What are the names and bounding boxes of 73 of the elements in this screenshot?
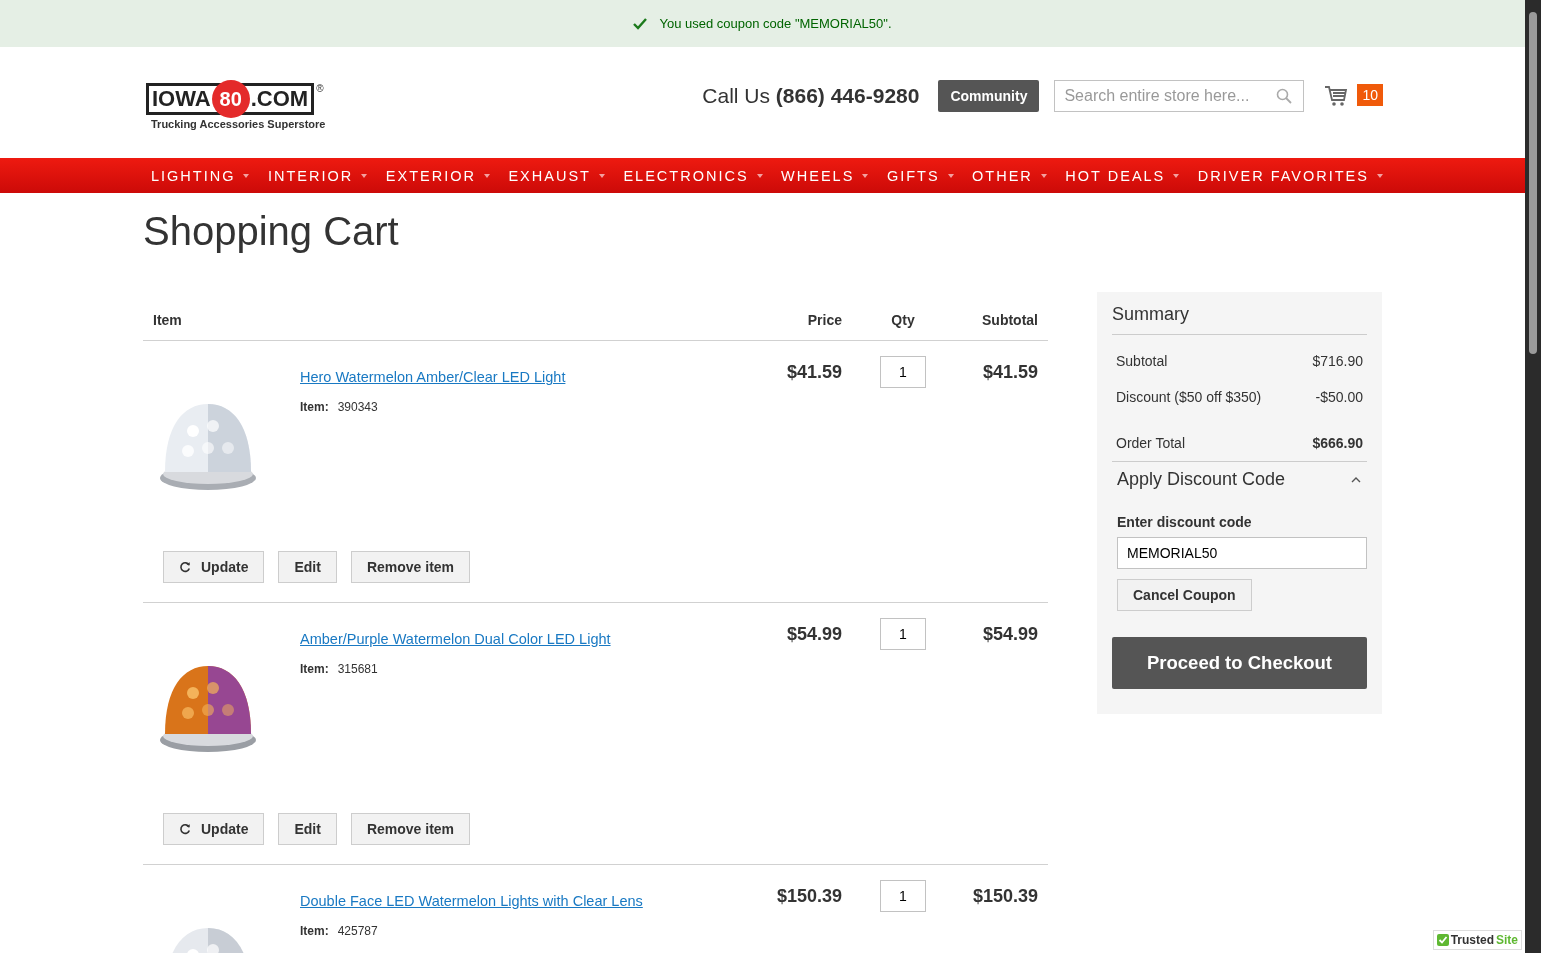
caret-icon — [1040, 173, 1047, 178]
nav-menu-item[interactable]: GIFTS — [886, 167, 954, 184]
scrollbar[interactable] — [1525, 0, 1541, 953]
summary-value: $666.90 — [1312, 435, 1363, 451]
caret-icon — [243, 173, 250, 178]
cancel-coupon-button[interactable]: Cancel Coupon — [1117, 579, 1252, 611]
trusted-site-badge[interactable]: Trusted Site — [1432, 930, 1522, 950]
item-label: Item: — [300, 400, 329, 414]
nav-menu-item[interactable]: EXHAUST — [508, 167, 605, 184]
summary-label: Subtotal — [1116, 353, 1168, 369]
update-button[interactable]: Update — [163, 551, 265, 583]
subtotal: $150.39 — [971, 886, 1039, 907]
discount-title: Apply Discount Code — [1117, 469, 1286, 490]
caret-icon — [756, 173, 763, 178]
summary-label: Discount ($50 off $350) — [1116, 389, 1262, 405]
nav-menu-item[interactable]: DRIVER FAVORITES — [1197, 167, 1383, 184]
quantity-field[interactable]: 1 — [880, 618, 926, 650]
discount-toggle[interactable]: Apply Discount Code — [1112, 462, 1367, 490]
column-header: Subtotal — [981, 312, 1039, 328]
action-button[interactable]: Remove item — [350, 813, 471, 845]
price: $54.99 — [785, 624, 843, 645]
item-number: 390343 — [337, 400, 378, 414]
product-link[interactable]: Hero Watermelon Amber/Clear LED Light — [300, 369, 566, 385]
nav-menu-item[interactable]: HOT DEALS — [1065, 167, 1180, 184]
subtotal: $41.59 — [981, 362, 1039, 383]
price: $150.39 — [775, 886, 843, 907]
product-link[interactable]: Amber/Purple Watermelon Dual Color LED Light — [300, 631, 611, 647]
column-header: Qty — [890, 312, 916, 328]
search-field[interactable]: Search entire store here... — [1054, 79, 1305, 112]
caret-icon — [598, 173, 605, 178]
item-number: 315681 — [337, 662, 378, 676]
refresh-icon — [179, 823, 191, 835]
caret-icon — [947, 173, 954, 178]
summary-label: Order Total — [1116, 435, 1185, 451]
checkout-button[interactable]: Proceed to Checkout — [1112, 637, 1367, 689]
nav-menu-item[interactable]: INTERIOR — [268, 167, 368, 184]
nav-menu-item[interactable]: LIGHTING — [151, 167, 250, 184]
column-header: Item — [152, 312, 183, 328]
caret-icon — [1173, 173, 1180, 178]
caret-icon — [483, 173, 490, 178]
action-button[interactable]: Remove item — [350, 551, 471, 583]
update-button[interactable]: Update — [163, 813, 265, 845]
phone-number: Call Us (866) 446-9280 — [702, 83, 920, 108]
quantity-field[interactable]: 1 — [880, 880, 926, 912]
summary-value: $716.90 — [1312, 353, 1363, 369]
item-number: 425787 — [337, 924, 378, 938]
search-icon — [1276, 87, 1293, 104]
cart-icon[interactable] — [1324, 84, 1349, 107]
page-title: Shopping Cart — [143, 208, 400, 255]
caret-icon — [1376, 173, 1383, 178]
caret-icon — [361, 173, 368, 178]
discount-code-field[interactable]: MEMORIAL50 — [1117, 537, 1367, 569]
action-button[interactable]: Edit — [278, 813, 337, 845]
check-icon — [633, 17, 648, 30]
field-label: Enter discount code — [1117, 514, 1253, 530]
product-link[interactable]: Double Face LED Watermelon Lights with Clear Lens — [300, 893, 643, 909]
notice-message: You used coupon code "MEMORIAL50". — [659, 16, 892, 31]
summary-title: Summary — [1112, 304, 1367, 335]
item-label: Item: — [300, 924, 329, 938]
price: $41.59 — [785, 362, 843, 383]
column-header: Price — [806, 312, 843, 328]
action-button[interactable]: Edit — [278, 551, 337, 583]
summary-value: -$50.00 — [1315, 389, 1363, 405]
nav-menu-item[interactable]: OTHER — [972, 167, 1047, 184]
subtotal: $54.99 — [981, 624, 1039, 645]
nav-menu-item[interactable]: EXTERIOR — [385, 167, 490, 184]
quantity-field[interactable]: 1 — [880, 356, 926, 388]
refresh-icon — [179, 561, 191, 573]
nav-menu-item[interactable]: ELECTRONICS — [623, 167, 763, 184]
item-label: Item: — [300, 662, 329, 676]
community-button[interactable]: Community — [938, 79, 1040, 112]
caret-icon — [862, 173, 869, 178]
nav-menu-item[interactable]: WHEELS — [781, 167, 869, 184]
